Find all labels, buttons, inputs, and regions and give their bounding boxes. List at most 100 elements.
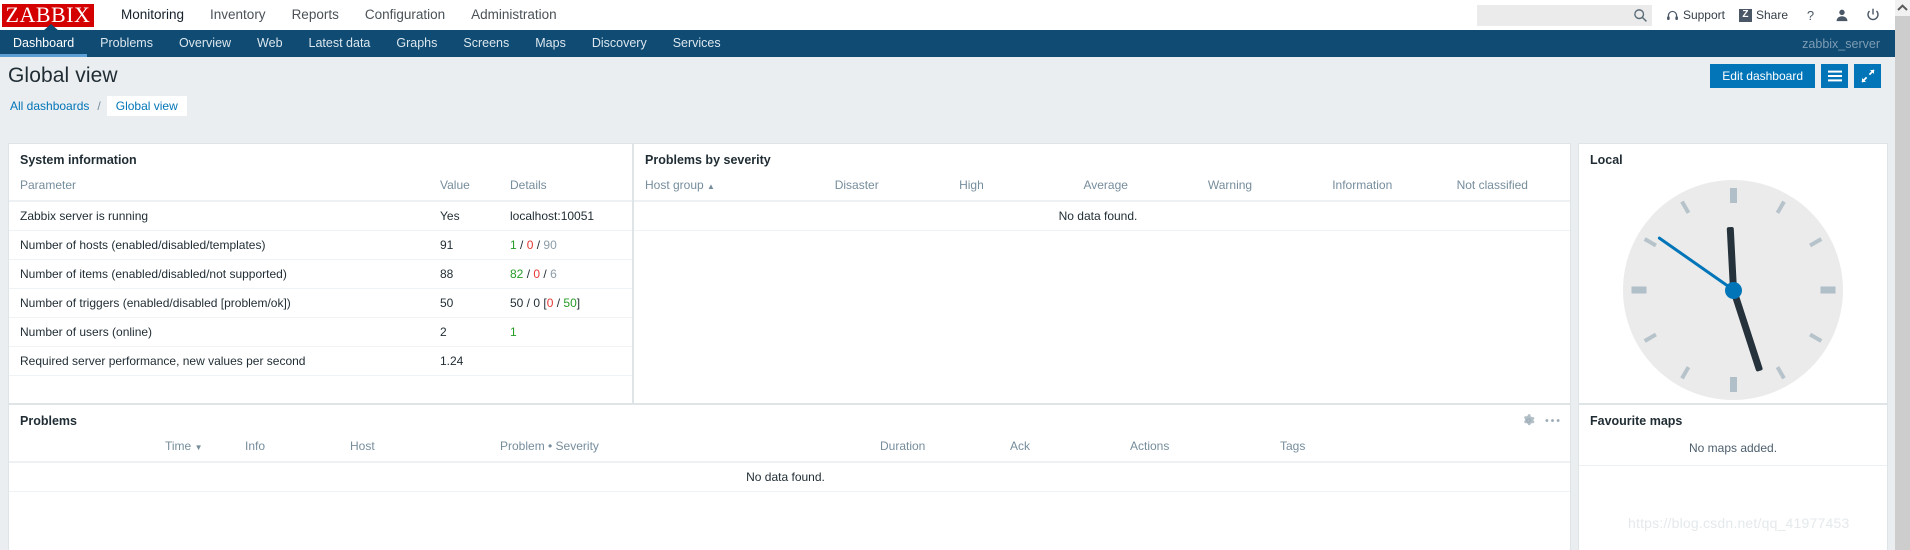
vertical-scrollbar[interactable]	[1895, 0, 1910, 550]
cell-details: 50 / 0 [0 / 50]	[499, 288, 632, 318]
subnav-item-maps[interactable]: Maps	[522, 30, 579, 57]
cell-value: 91	[429, 230, 499, 260]
details-part: /	[553, 296, 564, 310]
col-header-disaster[interactable]: Disaster	[823, 174, 949, 202]
support-link[interactable]: Support	[1666, 8, 1725, 22]
main-nav-monitoring[interactable]: Monitoring	[108, 0, 197, 30]
details-part: 1	[510, 325, 517, 339]
gear-icon[interactable]	[1522, 414, 1535, 427]
main-nav-reports[interactable]: Reports	[279, 0, 352, 30]
main-nav-configuration[interactable]: Configuration	[352, 0, 458, 30]
page-header: Global view Edit dashboard	[0, 57, 1895, 95]
main-nav-administration[interactable]: Administration	[458, 0, 570, 30]
clock-tick	[1729, 377, 1737, 392]
details-part: 82	[510, 267, 524, 281]
col-header-tags[interactable]: Tags	[1269, 435, 1570, 463]
col-header-value[interactable]: Value	[429, 174, 499, 202]
breadcrumb-global-view[interactable]: Global view	[106, 96, 187, 116]
problems-by-severity-table: Host group ▲ Disaster High Average Warni…	[634, 174, 1570, 231]
scrollbar-thumb[interactable]	[1895, 16, 1910, 550]
subnav-item-overview[interactable]: Overview	[166, 30, 244, 57]
table-row: Number of items (enabled/disabled/not su…	[9, 259, 632, 289]
user-profile-icon[interactable]	[1835, 8, 1849, 22]
breadcrumb-all-dashboards[interactable]: All dashboards	[8, 99, 91, 113]
clock-title: Local	[1590, 153, 1623, 167]
favourite-maps-title: Favourite maps	[1590, 414, 1683, 428]
clock-tick	[1631, 286, 1646, 294]
widget-problems: Problems Time ▼ Info Host Problem • Seve…	[8, 404, 1571, 550]
search-icon[interactable]	[1633, 8, 1648, 23]
subnav-item-dashboard[interactable]: Dashboard	[0, 30, 88, 57]
search-input[interactable]	[1476, 4, 1652, 26]
col-header-average[interactable]: Average	[1072, 174, 1197, 202]
hamburger-menu-icon[interactable]	[1821, 64, 1848, 88]
widget-problems-by-severity: Problems by severity Host group ▲ Disast…	[633, 143, 1571, 404]
subnav-item-screens[interactable]: Screens	[450, 30, 522, 57]
clock-tick	[1809, 237, 1823, 248]
widget-local-clock: Local	[1578, 143, 1888, 404]
favourite-maps-empty-message: No maps added.	[1579, 435, 1887, 466]
widget-system-information: System information Parameter Value Detai…	[8, 143, 633, 404]
subnav-item-problems[interactable]: Problems	[87, 30, 166, 57]
col-header-information[interactable]: Information	[1321, 174, 1446, 202]
sub-navigation: Dashboard Problems Overview Web Latest d…	[0, 24, 1895, 57]
cell-value: Yes	[429, 201, 499, 231]
breadcrumb-separator: /	[97, 99, 101, 113]
page-title: Global view	[8, 64, 118, 87]
clock-face	[1623, 180, 1843, 400]
scroll-up-chevron-icon[interactable]	[1895, 0, 1910, 16]
global-search	[1476, 4, 1652, 26]
cell-parameter: Number of hosts (enabled/disabled/templa…	[9, 230, 429, 260]
subnav-item-services[interactable]: Services	[660, 30, 734, 57]
question-mark-icon[interactable]: ?	[1805, 8, 1818, 23]
col-header-parameter[interactable]: Parameter	[9, 174, 429, 202]
col-header-info[interactable]: Info	[234, 435, 339, 463]
clock-tick	[1820, 286, 1835, 294]
expand-fullscreen-icon[interactable]	[1854, 64, 1881, 88]
col-header-ack[interactable]: Ack	[999, 435, 1119, 463]
top-header-bar: ZABBIX Monitoring Inventory Reports Conf…	[0, 0, 1895, 30]
system-information-table: Parameter Value Details Zabbix server is…	[9, 174, 632, 376]
cell-value: 2	[429, 317, 499, 347]
cell-value: 1.24	[429, 346, 499, 376]
ellipsis-icon[interactable]	[1545, 418, 1560, 423]
clock-tick	[1775, 366, 1786, 380]
col-header-time-label: Time	[165, 439, 192, 453]
col-header-high[interactable]: High	[948, 174, 1073, 202]
clock-minute-hand	[1729, 288, 1763, 372]
col-header-duration[interactable]: Duration	[869, 435, 999, 463]
main-nav-inventory[interactable]: Inventory	[197, 0, 279, 30]
subnav-item-discovery[interactable]: Discovery	[579, 30, 660, 57]
col-header-host-group[interactable]: Host group ▲	[634, 174, 824, 202]
clock-tick	[1680, 366, 1691, 380]
subnav-item-latest-data[interactable]: Latest data	[296, 30, 384, 57]
col-header-host[interactable]: Host	[339, 435, 489, 463]
details-part: /	[540, 267, 551, 281]
sort-descending-icon: ▼	[194, 443, 203, 452]
col-header-problem-severity[interactable]: Problem • Severity	[489, 435, 869, 463]
col-header-not-classified[interactable]: Not classified	[1445, 174, 1570, 202]
col-header-spacer	[9, 435, 154, 463]
zabbix-share-icon: Z	[1738, 8, 1752, 22]
table-header-row: Time ▼ Info Host Problem • Severity Dura…	[9, 435, 1570, 463]
table-empty-row: No data found.	[9, 462, 1570, 492]
details-part: localhost:10051	[510, 209, 595, 223]
clock-tick	[1680, 200, 1691, 214]
share-link[interactable]: Z Share	[1738, 8, 1788, 22]
cell-parameter: Number of triggers (enabled/disabled [pr…	[9, 288, 429, 318]
col-header-actions[interactable]: Actions	[1119, 435, 1269, 463]
clock-tick	[1643, 332, 1657, 343]
details-part: /	[523, 267, 534, 281]
power-icon[interactable]	[1866, 8, 1880, 22]
subnav-item-web[interactable]: Web	[244, 30, 295, 57]
details-part: 50	[563, 296, 577, 310]
col-header-time[interactable]: Time ▼	[154, 435, 234, 463]
sort-ascending-icon: ▲	[707, 182, 715, 191]
svg-text:?: ?	[1807, 8, 1814, 23]
col-header-details[interactable]: Details	[499, 174, 632, 202]
col-header-warning[interactable]: Warning	[1196, 174, 1322, 202]
subnav-item-graphs[interactable]: Graphs	[383, 30, 450, 57]
cell-parameter: Number of users (online)	[9, 317, 429, 347]
col-header-host-group-label: Host group	[645, 178, 704, 192]
edit-dashboard-button[interactable]: Edit dashboard	[1710, 64, 1815, 88]
